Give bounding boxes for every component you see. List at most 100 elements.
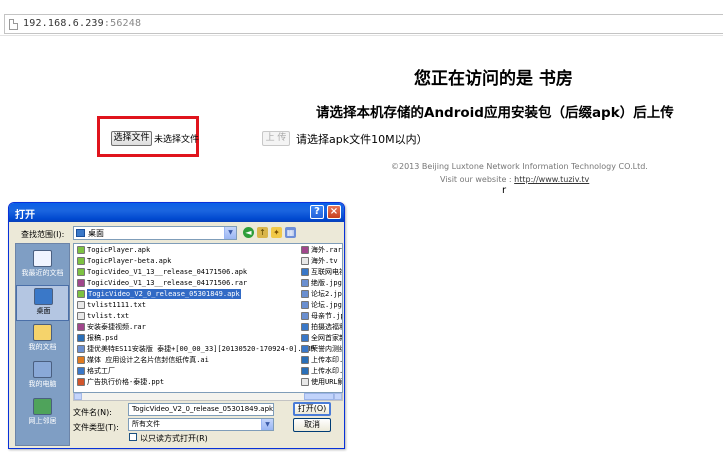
page-icon: [9, 19, 18, 30]
file-name: 报稿.psd: [87, 334, 118, 342]
place-icon: [33, 324, 52, 341]
file-name: 媒体 应用设计之名片信封信纸传真.ai: [87, 356, 209, 364]
upload-button[interactable]: 上 传: [262, 131, 290, 146]
copyright-text: ©2013 Beijing Luxtone Network Informatio…: [391, 162, 648, 171]
file-icon: [301, 268, 309, 276]
page-title: 您正在访问的是 书房: [414, 69, 573, 89]
place-item[interactable]: 我最近的文档: [16, 248, 69, 284]
file-name: TogicVideo_V2_0_release_05301849.apk: [87, 289, 241, 299]
open-button[interactable]: 打开(O): [293, 402, 331, 416]
close-icon[interactable]: ×: [327, 205, 341, 219]
file-icon: [77, 345, 85, 353]
scrollbar-thumb[interactable]: [304, 393, 334, 400]
place-item[interactable]: 桌面: [16, 285, 69, 321]
file-name: 荣誉内测组: [311, 345, 343, 353]
back-icon[interactable]: ◄: [243, 227, 254, 238]
place-item[interactable]: 网上邻居: [16, 396, 69, 432]
filename-input[interactable]: TogicVideo_V2_0_release_05301849.apk: [128, 403, 274, 416]
place-label: 桌面: [36, 307, 51, 315]
file-name: 母亲节.jpg: [311, 312, 342, 320]
chevron-down-icon[interactable]: ▼: [261, 419, 273, 430]
file-icon: [301, 334, 309, 342]
look-in-value: 桌面: [88, 229, 104, 238]
file-icon: [77, 279, 85, 287]
file-icon: [301, 367, 309, 375]
new-folder-icon[interactable]: ✦: [271, 227, 282, 238]
file-name: 绝版.jpg: [311, 279, 342, 287]
file-name: TogicPlayer.apk: [87, 246, 151, 254]
file-icon: [77, 257, 85, 265]
file-icon: [77, 290, 85, 298]
file-icon: [301, 356, 309, 364]
file-name: 广告执行价格-泰捷.ppt: [87, 378, 165, 386]
file-icon: [77, 312, 85, 320]
help-icon[interactable]: ?: [310, 205, 324, 219]
address-bar: 192.168.6.239:56248: [0, 0, 723, 36]
place-icon: [33, 250, 52, 267]
file-name: 使用URL解: [311, 378, 343, 386]
file-icon: [301, 345, 309, 353]
look-in-label: 查找范围(I):: [21, 230, 65, 239]
file-icon: [77, 246, 85, 254]
file-name: 上传水印.p: [311, 367, 343, 375]
file-list-scrollbar[interactable]: [73, 393, 343, 401]
url-text: 192.168.6.239:56248: [23, 18, 141, 29]
filetype-select[interactable]: 所有文件 ▼: [128, 418, 274, 431]
file-open-dialog: 打开 ? × 查找范围(I): 桌面 ▼ ◄ ↑ ✦ ▦ 我最近的文档 桌面 我的文…: [8, 202, 345, 449]
scroll-left-icon[interactable]: [74, 393, 82, 400]
place-label: 我最近的文档: [21, 269, 64, 277]
file-name: 捷优美特ES11安装版 泰捷+[00_00_33][20130520-17092…: [87, 345, 315, 353]
file-name: 上传本印.p: [311, 356, 343, 364]
filetype-value: 所有文件: [132, 420, 160, 428]
file-name: 拍摄选福利: [311, 323, 343, 331]
cancel-button[interactable]: 取消: [293, 418, 331, 432]
place-icon: [33, 398, 52, 415]
visit-website-line: Visit our website : http://www.tuziv.tv: [440, 175, 589, 184]
url-host: 192.168.6.239: [23, 18, 104, 29]
file-name: 海外.tv: [311, 257, 338, 265]
file-name: 海外.rar: [311, 246, 342, 254]
view-menu-icon[interactable]: ▦: [285, 227, 296, 238]
file-icon: [301, 378, 309, 386]
file-icon: [77, 323, 85, 331]
file-icon: [77, 334, 85, 342]
place-icon: [34, 288, 53, 305]
readonly-label: 以只读方式打开(R): [140, 434, 208, 443]
file-list[interactable]: TogicPlayer.apk TogicPlayer-beta.apk Togic…: [73, 243, 343, 393]
visit-website-label: Visit our website :: [440, 175, 512, 184]
dialog-titlebar[interactable]: 打开 ? ×: [9, 203, 344, 222]
upload-instruction: 请选择本机存储的Android应用安装包（后缀apk）后上传: [316, 105, 674, 121]
scroll-right-icon[interactable]: [334, 393, 342, 400]
file-icon: [301, 312, 309, 320]
file-icon: [301, 290, 309, 298]
place-label: 网上邻居: [28, 417, 57, 425]
chevron-down-icon[interactable]: ▼: [224, 227, 236, 239]
file-icon: [77, 356, 85, 364]
file-icon: [77, 367, 85, 375]
website-link[interactable]: http://www.tuziv.tv: [514, 175, 589, 184]
url-field[interactable]: 192.168.6.239:56248: [4, 14, 723, 34]
file-icon: [301, 301, 309, 309]
file-icon: [301, 257, 309, 265]
up-folder-icon[interactable]: ↑: [257, 227, 268, 238]
stray-text: r: [502, 185, 507, 196]
file-icon: [301, 323, 309, 331]
place-icon: [33, 361, 52, 378]
no-file-chosen-label: 未选择文件: [154, 135, 200, 145]
file-name: TogicVideo_V1_13__release_04171506.rar: [87, 279, 248, 287]
desktop-icon: [76, 229, 85, 237]
file-name: tvlist1111.txt: [87, 301, 147, 309]
apk-size-hint: 请选择apk文件10M以内）: [296, 133, 428, 146]
file-name: TogicPlayer-beta.apk: [87, 257, 172, 265]
file-icon: [301, 246, 309, 254]
places-bar: 我最近的文档 桌面我的文档 我的电脑网上邻居: [15, 243, 70, 446]
place-item[interactable]: 我的电脑: [16, 359, 69, 395]
file-name: 全网首家新: [311, 334, 343, 342]
url-port: :56248: [103, 18, 142, 29]
choose-file-button[interactable]: 选择文件: [111, 131, 152, 146]
dialog-title: 打开: [15, 210, 35, 221]
place-item[interactable]: 我的文档: [16, 322, 69, 358]
look-in-dropdown[interactable]: 桌面 ▼: [73, 226, 237, 240]
readonly-checkbox[interactable]: [129, 433, 137, 441]
file-icon: [77, 301, 85, 309]
